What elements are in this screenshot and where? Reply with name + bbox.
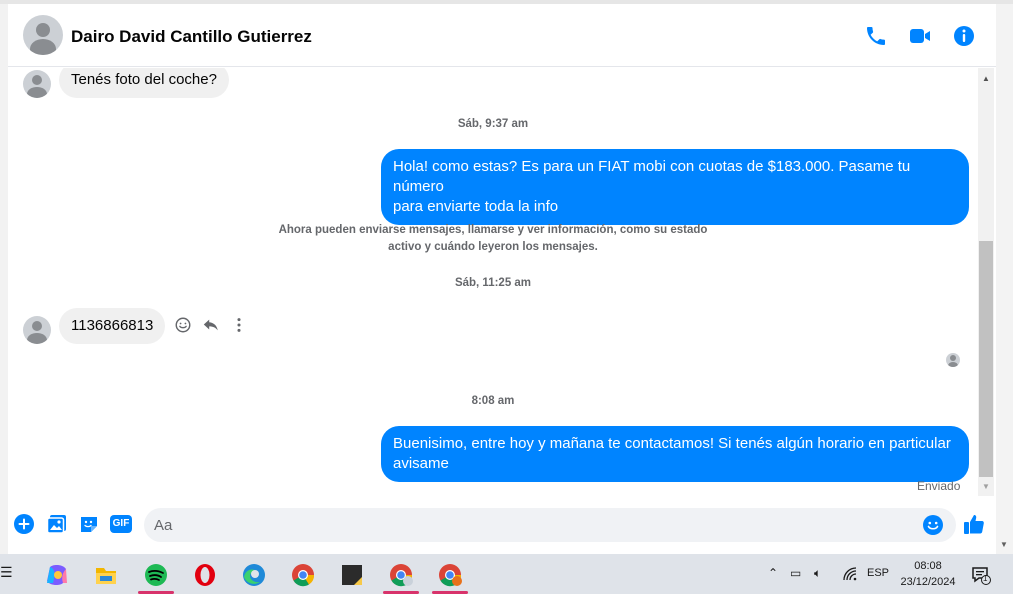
chrome-profile-icon[interactable] — [430, 559, 470, 594]
connection-notice: Ahora pueden enviarse mensajes, llamarse… — [278, 222, 708, 256]
scroll-thumb[interactable] — [979, 241, 993, 477]
task-view-icon[interactable]: ☰ — [0, 564, 13, 581]
windows-taskbar: ☰ ⌃ ▭ 🔈︎ ESP 08:08 23/12/2024 1 — [0, 554, 1013, 594]
spotify-icon[interactable] — [136, 559, 176, 594]
copilot-app-icon[interactable] — [38, 559, 78, 591]
message-timestamp: 8:08 am — [471, 395, 515, 407]
message-timestamp: Sáb, 11:25 am — [454, 277, 532, 289]
left-gutter — [0, 4, 8, 554]
contact-name[interactable]: Dairo David Cantillo Gutierrez — [71, 27, 312, 47]
outgoing-message[interactable]: Hola! como estas? Es para un FIAT mobi c… — [381, 149, 969, 225]
message-input[interactable] — [154, 514, 914, 536]
message-line: para enviarte toda la info — [393, 198, 559, 215]
chrome-icon[interactable] — [283, 559, 323, 591]
chat-pane: Dairo David Cantillo Gutierrez Tenés fot… — [8, 4, 996, 554]
reply-icon[interactable] — [202, 316, 220, 334]
info-icon[interactable] — [952, 24, 976, 48]
notification-center-icon[interactable] — [971, 565, 991, 585]
incoming-message[interactable]: 1136866813 — [59, 308, 166, 344]
message-input-box[interactable] — [144, 508, 956, 542]
incoming-message[interactable]: Tenés foto del coche? — [59, 68, 229, 98]
contact-message-avatar — [23, 70, 51, 98]
video-camera-icon[interactable] — [908, 24, 932, 48]
thumbs-up-icon[interactable] — [962, 512, 986, 536]
outer-scrollbar[interactable]: ▼ — [996, 4, 1013, 554]
taskbar-clock[interactable]: 08:08 23/12/2024 — [893, 558, 963, 590]
sent-status: Enviado — [917, 479, 961, 493]
chrome-profile-icon[interactable] — [381, 559, 421, 594]
seen-receipt-avatar — [946, 353, 960, 367]
message-line: avisame — [393, 455, 449, 472]
emoji-icon[interactable] — [922, 514, 944, 536]
scroll-up-icon[interactable]: ▲ — [982, 74, 990, 83]
sticky-notes-icon[interactable] — [332, 559, 372, 591]
message-timestamp: Sáb, 9:37 am — [457, 118, 529, 130]
volume-icon[interactable]: 🔈︎ — [814, 566, 821, 581]
edge-icon[interactable] — [234, 559, 274, 591]
battery-icon[interactable]: ▭ — [790, 566, 801, 580]
chat-header: Dairo David Cantillo Gutierrez — [8, 4, 996, 67]
clock-date: 23/12/2024 — [900, 576, 956, 588]
notification-count: 1 — [983, 574, 988, 583]
message-line: Buenisimo, entre hoy y mañana te contact… — [393, 435, 951, 452]
scroll-down-icon[interactable]: ▼ — [982, 482, 990, 491]
opera-icon[interactable] — [185, 559, 225, 591]
clock-time: 08:08 — [914, 560, 942, 572]
message-composer: GIF — [8, 502, 996, 550]
phone-icon[interactable] — [864, 24, 888, 48]
outer-scroll-down-icon[interactable]: ▼ — [1000, 540, 1008, 549]
file-explorer-icon[interactable] — [86, 559, 126, 591]
input-language[interactable]: ESP — [867, 567, 889, 579]
outgoing-message[interactable]: Buenisimo, entre hoy y mañana te contact… — [381, 426, 969, 482]
plus-icon[interactable] — [13, 513, 35, 535]
photo-icon[interactable] — [46, 513, 68, 535]
sticker-icon[interactable] — [78, 513, 100, 535]
gif-icon[interactable]: GIF — [110, 515, 132, 533]
notice-line: Ahora pueden enviarse mensajes, llamarse… — [278, 224, 708, 236]
wifi-icon[interactable] — [842, 566, 858, 582]
message-scrollbar[interactable]: ▲ ▼ — [978, 68, 994, 496]
message-list[interactable]: Tenés foto del coche? Sáb, 9:37 am Hola!… — [8, 68, 978, 498]
notice-line: activo y cuándo leyeron los mensajes. — [388, 241, 598, 253]
contact-message-avatar — [23, 316, 51, 344]
contact-avatar[interactable] — [23, 15, 63, 55]
more-options-icon[interactable] — [230, 316, 248, 334]
message-line: Hola! como estas? Es para un FIAT mobi c… — [393, 158, 911, 195]
show-hidden-icons-icon[interactable]: ⌃ — [768, 566, 778, 580]
react-emoji-icon[interactable] — [174, 316, 192, 334]
